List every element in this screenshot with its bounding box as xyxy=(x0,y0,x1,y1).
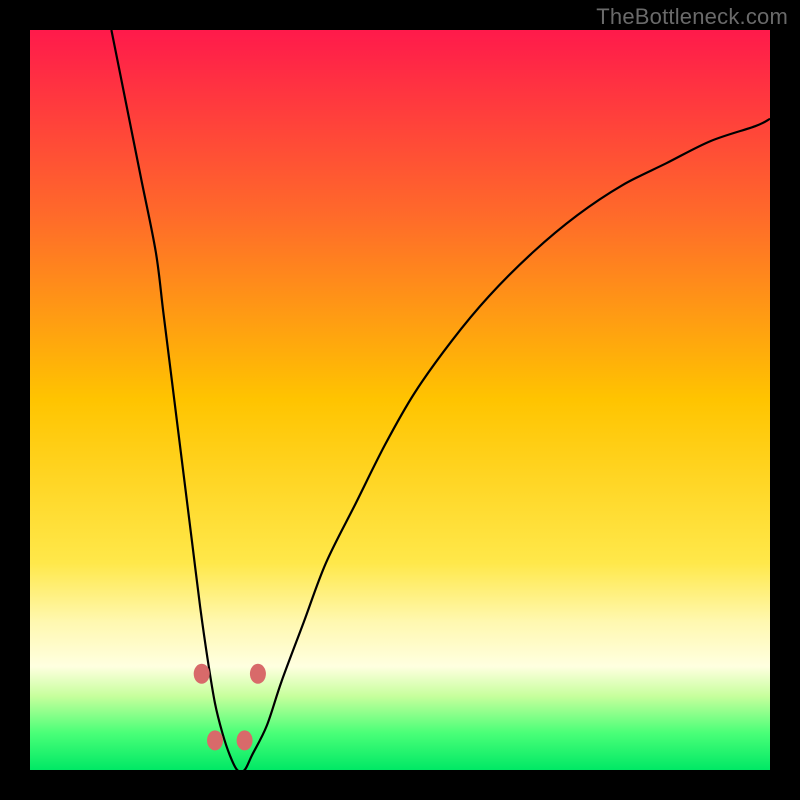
highlight-marker xyxy=(237,730,253,750)
highlight-marker xyxy=(207,730,223,750)
highlight-marker xyxy=(194,664,210,684)
highlight-marker xyxy=(250,664,266,684)
chart-background xyxy=(30,30,770,770)
chart-frame xyxy=(30,30,770,770)
chart-svg xyxy=(30,30,770,770)
watermark-text: TheBottleneck.com xyxy=(596,4,788,30)
